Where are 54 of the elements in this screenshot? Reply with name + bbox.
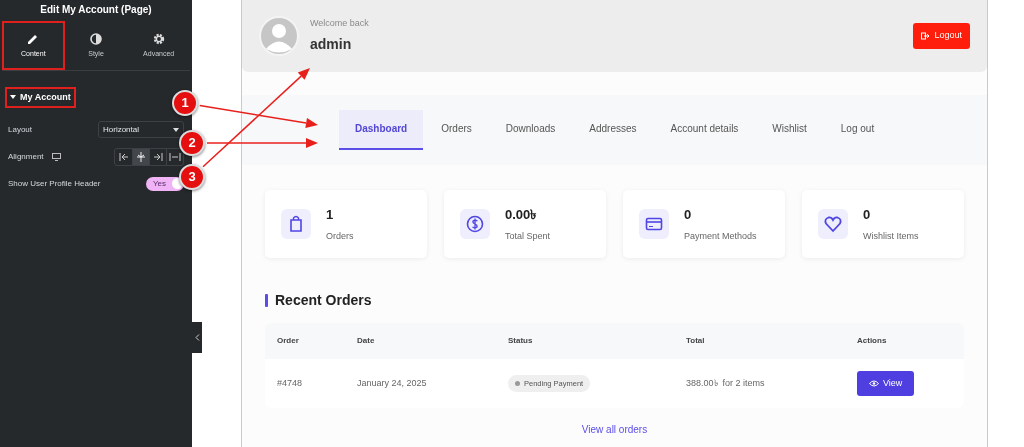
section-title: Recent Orders xyxy=(275,291,372,310)
nav-tab[interactable]: Dashboard xyxy=(339,110,424,150)
nav-tab[interactable]: Orders xyxy=(425,110,488,150)
stat-label: Wishlist Items xyxy=(863,230,919,243)
nav-tab[interactable]: Wishlist xyxy=(756,110,823,150)
column-header: Status xyxy=(508,335,534,347)
step-marker: 2 xyxy=(179,130,205,156)
heart-icon xyxy=(823,214,843,234)
monitor-icon xyxy=(51,152,61,161)
panel-title: Edit My Account (Page) xyxy=(39,3,153,17)
user-name: admin xyxy=(310,35,353,55)
contrast-icon xyxy=(89,32,103,46)
table-cell-text: 388.00৳ for 2 items xyxy=(686,376,766,390)
column-header: Order xyxy=(277,335,300,347)
table-cell-text: January 24, 2025 xyxy=(357,376,428,390)
logout-button[interactable]: Logout xyxy=(913,23,970,49)
dollar-icon xyxy=(465,214,485,234)
stat-value: 0 xyxy=(863,205,872,224)
stat-value: 0.00৳ xyxy=(505,205,538,224)
step-marker: 1 xyxy=(172,90,198,116)
alignment-option[interactable] xyxy=(149,148,166,165)
layout-select[interactable]: Horizontal xyxy=(98,121,184,138)
table-cell-text: #4748 xyxy=(277,376,304,390)
view-button[interactable]: View xyxy=(857,370,915,397)
greeting-text: Welcome back xyxy=(310,16,370,30)
control-label: Layout xyxy=(8,123,33,136)
column-header: Date xyxy=(357,335,376,347)
alignment-option[interactable] xyxy=(132,148,149,165)
control-label: Alignment xyxy=(8,150,44,163)
align-center-icon xyxy=(134,149,148,164)
eye-icon xyxy=(869,380,879,387)
stat-value: 0 xyxy=(684,205,693,224)
gear-icon xyxy=(151,32,166,46)
view-all-link[interactable]: View all orders xyxy=(581,422,648,437)
chevron-left-icon xyxy=(194,334,200,341)
collapse-handle[interactable] xyxy=(192,322,202,353)
column-header: Total xyxy=(686,335,706,347)
logout-icon xyxy=(921,32,931,40)
stat-value: 1 xyxy=(326,205,335,224)
column-header: Actions xyxy=(857,335,888,347)
nav-tab[interactable]: Downloads xyxy=(489,110,572,150)
caret-down-icon xyxy=(173,127,179,132)
section-header[interactable]: My Account xyxy=(5,86,76,108)
stat-label: Total Spent xyxy=(505,230,551,243)
stat-label: Orders xyxy=(326,230,354,243)
avatar-icon xyxy=(259,16,299,56)
stat-label: Payment Methods xyxy=(684,230,757,243)
toggle-switch[interactable]: Yes xyxy=(146,176,184,191)
control-label: Show User Profile Header xyxy=(8,177,101,190)
nav-tab[interactable]: Log out xyxy=(824,110,891,150)
nav-tab[interactable]: Account details xyxy=(654,110,755,150)
caret-down-icon xyxy=(10,94,16,101)
nav-tab[interactable]: Addresses xyxy=(573,110,653,150)
step-marker: 3 xyxy=(179,164,205,190)
